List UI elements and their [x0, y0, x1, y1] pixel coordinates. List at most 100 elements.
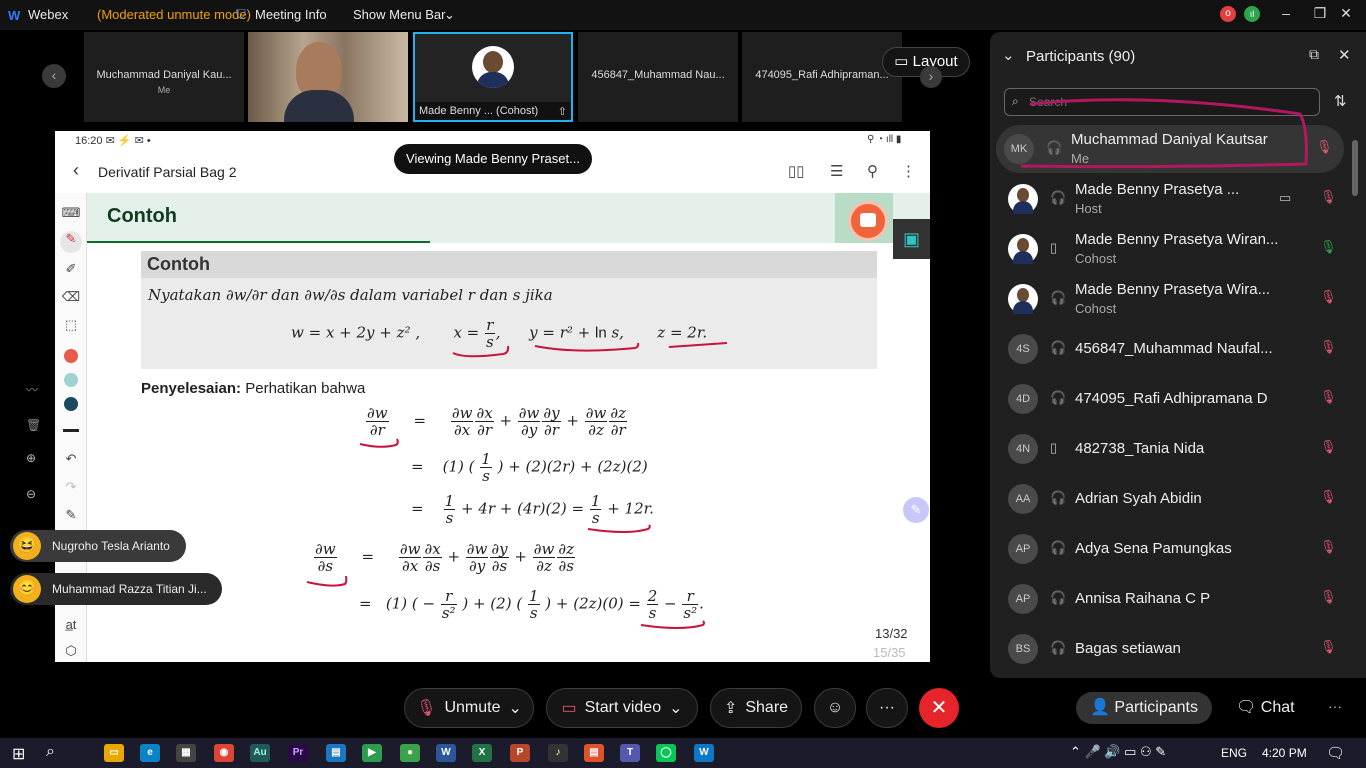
participant-avatar: AP [1008, 584, 1038, 614]
reactions-button[interactable]: ☺ [814, 688, 856, 728]
participants-toggle-button[interactable]: 👤 Participants [1076, 692, 1212, 724]
close-window-icon[interactable]: ✕ [1336, 5, 1356, 22]
notifications-icon[interactable]: 🗨 [1326, 744, 1345, 762]
participant-row[interactable]: 4D 🎧 474095_Rafi Adhipramana D 🎙 [1000, 375, 1342, 423]
clock[interactable]: 4:20 PM [1262, 746, 1307, 760]
participant-row[interactable]: 🎧 Made Benny Prasetya ... Host ▭ 🎙 [1000, 175, 1342, 223]
mic-muted-icon[interactable]: 🎙 [1320, 539, 1337, 555]
share-icon: ⇪ [723, 700, 738, 717]
trash-icon[interactable]: 🗑 [26, 418, 41, 432]
participant-row[interactable]: AP 🎧 Annisa Raihana C P 🎙 [1000, 575, 1342, 623]
chevron-down-icon[interactable]: ⌄ [669, 698, 682, 718]
mic-muted-icon[interactable]: 🎙 [1320, 439, 1337, 455]
zoom-in-icon[interactable]: ⊕ [26, 451, 36, 465]
video-tile-cohost[interactable]: Made Benny ... (Cohost) ⇧ [413, 32, 573, 122]
powerpoint-icon[interactable]: P [510, 744, 530, 762]
participant-name: Adrian Syah Abidin [1075, 490, 1202, 507]
mic-muted-icon[interactable]: 🎙 [1320, 339, 1337, 355]
phone-icon: ▯ [1050, 240, 1058, 255]
video-tile-camera[interactable] [248, 32, 408, 122]
video-tile-rafi[interactable]: 474095_Rafi Adhipraman... [742, 32, 902, 122]
chevron-down-icon[interactable]: ⌄ [444, 7, 455, 23]
mic-muted-icon[interactable]: 🎙 [1316, 139, 1333, 155]
scribble-icon[interactable]: 〰 [26, 381, 38, 398]
search-icon[interactable]: ⌕ [46, 743, 55, 761]
network-stats-icon[interactable]: ıl [1244, 6, 1260, 22]
participant-row[interactable]: 🎧 Made Benny Prasetya Wira... Cohost 🎙 [1000, 275, 1342, 323]
participant-avatar: 4S [1008, 334, 1038, 364]
annotation-underline [359, 438, 399, 448]
unmute-button[interactable]: 🎙 Unmute ⌄ [404, 688, 534, 728]
teams-icon[interactable]: T [620, 744, 640, 762]
recording-icon[interactable]: o [1220, 6, 1236, 22]
leave-meeting-button[interactable]: ✕ [919, 688, 959, 728]
popout-icon[interactable]: ⧉ [1309, 46, 1319, 63]
participant-role: Cohost [1075, 301, 1117, 316]
mic-on-icon[interactable]: 🎙 [1320, 239, 1337, 255]
collapse-chevron-icon[interactable]: ⌄ [1002, 46, 1015, 64]
video-tile-self[interactable]: Muchammad Daniyal Kau... Me [84, 32, 244, 122]
participant-row[interactable]: ▯ Made Benny Prasetya Wiran... Cohost 🎙 [1000, 225, 1342, 273]
chrome-icon[interactable]: ◉ [214, 744, 234, 762]
panel-more-icon[interactable]: ··· [1328, 698, 1342, 714]
store-icon[interactable]: ▦ [176, 744, 196, 762]
chat-bubble-icon: 🗨 [1236, 699, 1257, 716]
participant-row[interactable]: BS 🎧 Bagas setiawan 🎙 [1000, 625, 1342, 673]
mic-muted-icon[interactable]: 🎙 [1320, 289, 1337, 305]
language-indicator[interactable]: ENG [1221, 746, 1247, 760]
filmstrip-prev-button[interactable]: ‹ [42, 64, 66, 88]
audition-icon[interactable]: Au [250, 744, 270, 762]
webex-taskbar-icon[interactable]: W [694, 744, 714, 762]
video-icon: ▭ [1279, 190, 1292, 205]
start-video-button[interactable]: ▭ Start video ⌄ [546, 688, 698, 728]
video-tile-naufal[interactable]: 456847_Muhammad Nau... [578, 32, 738, 122]
mic-muted-icon[interactable]: 🎙 [1320, 639, 1337, 655]
maximize-icon[interactable]: ❐ [1310, 5, 1330, 22]
premiere-icon[interactable]: Pr [288, 744, 308, 762]
audio-icon[interactable]: ♪ [548, 744, 568, 762]
headset-icon: 🎧 [1050, 190, 1067, 205]
tile-name: Muchammad Daniyal Kau... [96, 69, 232, 81]
word-icon[interactable]: W [436, 744, 456, 762]
close-panel-icon[interactable]: ✕ [1338, 46, 1351, 64]
participant-avatar [1008, 234, 1038, 264]
pen-float-icon[interactable]: ✎ [903, 497, 929, 523]
app-icon[interactable]: ▶ [362, 744, 382, 762]
mic-muted-icon[interactable]: 🎙 [1320, 589, 1337, 605]
more-icon: ··· [879, 699, 895, 716]
show-menu-bar-button[interactable]: Show Menu Bar [353, 7, 446, 22]
notepad-icon[interactable]: ▤ [326, 744, 346, 762]
chat-toggle-button[interactable]: 🗨 Chat [1236, 692, 1300, 724]
notes-app-icon[interactable]: ▤ [584, 744, 604, 762]
mic-muted-icon[interactable]: 🎙 [1320, 189, 1337, 205]
participant-row[interactable]: AA 🎧 Adrian Syah Abidin 🎙 [1000, 475, 1342, 523]
share-button[interactable]: ⇪ Share [710, 688, 802, 728]
line-icon[interactable]: ◯ [656, 744, 676, 762]
windows-start-icon[interactable]: ⊞ [12, 744, 25, 764]
edge-icon[interactable]: e [140, 744, 160, 762]
participant-role: Host [1075, 201, 1102, 216]
zoom-out-icon[interactable]: ⊖ [26, 487, 36, 501]
excel-icon[interactable]: X [472, 744, 492, 762]
tile-name: Made Benny ... (Cohost) [415, 102, 571, 120]
minimize-icon[interactable]: – [1276, 5, 1296, 21]
mic-muted-icon: 🎙 [416, 700, 437, 717]
mic-muted-icon[interactable]: 🎙 [1320, 389, 1337, 405]
participant-row[interactable]: 4N ▯ 482738_Tania Nida 🎙 [1000, 425, 1342, 473]
panel-scrollbar[interactable] [1352, 140, 1358, 196]
mobile-app-icon[interactable]: ● [400, 744, 420, 762]
annotation-underline [587, 524, 651, 533]
chevron-down-icon[interactable]: ⌄ [508, 698, 521, 718]
filmstrip-next-button[interactable]: › [920, 66, 942, 88]
meeting-info-button[interactable]: Meeting Info [255, 7, 327, 22]
file-explorer-icon[interactable]: ▭ [104, 744, 124, 762]
participant-name: Made Benny Prasetya Wiran... [1075, 231, 1279, 248]
participant-row[interactable]: AP 🎧 Adya Sena Pamungkas 🎙 [1000, 525, 1342, 573]
share-indicator-icon: ⇧ [557, 106, 567, 118]
floating-name: Nugroho Tesla Arianto [52, 539, 170, 553]
sort-icon[interactable]: ⇅ [1334, 92, 1347, 110]
tray-icons[interactable]: ⌃ 🎤 🔊 ▭ ⚇ ✎ [1070, 744, 1166, 760]
mic-muted-icon[interactable]: 🎙 [1320, 489, 1337, 505]
more-options-button[interactable]: ··· [866, 688, 908, 728]
participant-row[interactable]: 4S 🎧 456847_Muhammad Naufal... 🎙 [1000, 325, 1342, 373]
